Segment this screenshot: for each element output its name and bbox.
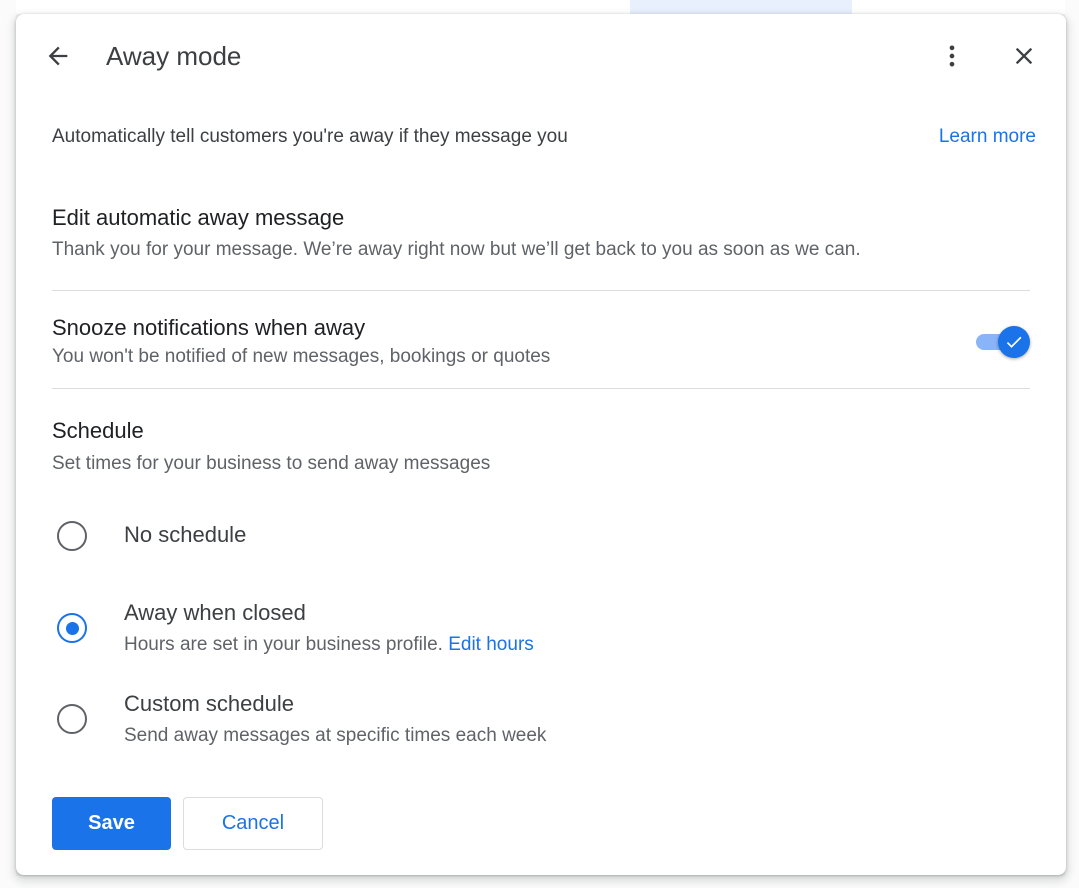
schedule-subtitle: Set times for your business to send away… [52, 453, 491, 474]
radio-ring [57, 521, 87, 551]
snooze-toggle[interactable] [976, 325, 1032, 358]
save-button[interactable]: Save [52, 797, 171, 850]
radio-no-schedule[interactable] [57, 521, 87, 551]
snooze-notifications-title: Snooze notifications when away [52, 315, 366, 340]
learn-more-link[interactable]: Learn more [939, 124, 1036, 150]
snooze-notifications-subtitle: You won't be notified of new messages, b… [52, 346, 551, 367]
option-custom-schedule-description: Send away messages at specific times eac… [124, 725, 547, 746]
schedule-title: Schedule [52, 418, 144, 443]
background-block [630, 0, 852, 14]
close-icon [1015, 47, 1033, 65]
background-left-edge [0, 0, 16, 888]
radio-away-when-closed[interactable] [57, 613, 87, 643]
toggle-thumb [998, 326, 1030, 358]
edit-hours-link[interactable]: Edit hours [448, 634, 534, 655]
background-right-edge [1065, 0, 1079, 888]
cancel-button[interactable]: Cancel [183, 797, 323, 850]
description-text: Hours are set in your business profile. [124, 634, 449, 655]
option-away-when-closed-description: Hours are set in your business profile. … [124, 632, 534, 658]
close-button[interactable] [1004, 36, 1044, 76]
arrow-back-icon [48, 46, 68, 66]
dialog-title: Away mode [106, 41, 242, 71]
background-top-strip [0, 0, 1079, 14]
more-options-button[interactable] [932, 36, 972, 76]
background-bottom-edge [0, 876, 1079, 888]
radio-dot [65, 621, 79, 635]
radio-custom-schedule[interactable] [57, 704, 87, 734]
option-custom-schedule-label[interactable]: Custom schedule [124, 690, 294, 718]
away-message-text: Thank you for your message. We’re away r… [52, 239, 861, 260]
option-no-schedule-label[interactable]: No schedule [124, 521, 246, 549]
option-away-when-closed-label[interactable]: Away when closed [124, 599, 306, 627]
away-mode-dialog: Away mode Automatically tell customers y… [16, 14, 1066, 875]
more-vert-icon [949, 45, 955, 67]
radio-ring [57, 704, 87, 734]
back-button[interactable] [38, 36, 78, 76]
check-icon [1006, 336, 1022, 348]
intro-text: Automatically tell customers you're away… [52, 126, 568, 147]
divider [52, 290, 1030, 291]
edit-away-message-title[interactable]: Edit automatic away message [52, 204, 344, 232]
divider [52, 388, 1030, 389]
